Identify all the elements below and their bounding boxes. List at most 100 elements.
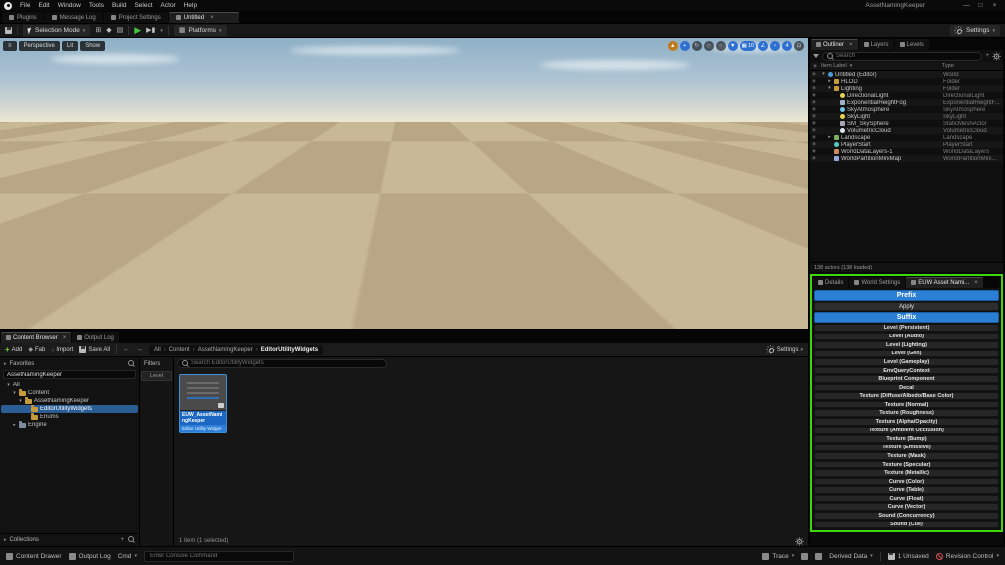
- outliner-row[interactable]: ◉ VolumetricCloud VolumetricCloud: [810, 127, 1003, 134]
- selection-mode-dropdown[interactable]: Selection Mode ▾: [23, 25, 91, 36]
- editor-tab-untitled[interactable]: Untitled ×: [168, 12, 239, 23]
- menu-item-file[interactable]: File: [16, 0, 34, 11]
- back-button[interactable]: ←: [123, 346, 130, 353]
- chevron-down-icon[interactable]: ▾: [18, 398, 23, 404]
- menu-item-tools[interactable]: Tools: [85, 0, 108, 11]
- item-label-column-header[interactable]: Item Label: [821, 63, 847, 69]
- close-icon[interactable]: ×: [63, 335, 67, 341]
- tab-outliner[interactable]: Outliner ×: [811, 39, 858, 50]
- tree-item-enums[interactable]: Enums: [1, 413, 138, 421]
- tree-item-assetnamingkeeper[interactable]: ▾ AssetNamingKeeper: [1, 397, 138, 405]
- visibility-eye-icon[interactable]: ◉: [812, 121, 817, 126]
- naming-button-texture-emissive[interactable]: Texture (Emissive): [814, 443, 999, 452]
- maximize-button[interactable]: □: [974, 0, 987, 11]
- search-icon[interactable]: [127, 536, 135, 544]
- output-log-button[interactable]: Output Log: [68, 552, 111, 560]
- outliner-row[interactable]: ◉ WorldDataLayers-1 WorldDataLayers: [810, 148, 1003, 155]
- gizmo-z-axis[interactable]: [402, 276, 406, 299]
- grid-snap-toggle[interactable]: ▦ 10: [739, 41, 756, 51]
- tab-layers[interactable]: Layers: [858, 39, 894, 50]
- fab-button[interactable]: ◆ Fab: [28, 347, 45, 353]
- derived-data-dropdown[interactable]: Derived Data ▾: [829, 553, 872, 560]
- move-tool[interactable]: +: [679, 41, 690, 51]
- tab-output-log[interactable]: Output Log: [72, 332, 119, 343]
- outliner-row[interactable]: ◉ ▸ HLOD Folder: [810, 78, 1003, 85]
- menu-item-help[interactable]: Help: [180, 0, 201, 11]
- naming-button-level-gameplay[interactable]: Level (Gameplay): [814, 358, 999, 366]
- blueprints-dropdown-icon[interactable]: ◆: [106, 27, 111, 34]
- trace-dropdown[interactable]: Trace ▾: [762, 552, 794, 560]
- naming-button-curve-color[interactable]: Curve (Color): [814, 477, 999, 486]
- visibility-eye-icon[interactable]: ◉: [812, 93, 817, 98]
- scale-snap-toggle[interactable]: ▫: [770, 41, 780, 51]
- naming-button-blueprint-component[interactable]: Blueprint Component: [814, 375, 999, 383]
- outliner-row[interactable]: ◉ ▾ Lighting Folder: [810, 85, 1003, 92]
- tree-item-engine[interactable]: ▸ Engine: [1, 421, 138, 429]
- save-all-button[interactable]: Save All: [79, 346, 110, 353]
- favorites-header[interactable]: ▸ Favorites: [1, 358, 138, 369]
- gear-icon[interactable]: [992, 52, 1000, 60]
- view-options-icon[interactable]: [795, 537, 803, 545]
- naming-button-curve-vector[interactable]: Curve (Vector): [814, 503, 999, 512]
- visibility-eye-icon[interactable]: ◉: [812, 114, 817, 119]
- naming-button-texture-bump[interactable]: Texture (Bump): [814, 435, 999, 443]
- breadcrumb-item-all[interactable]: All: [154, 347, 161, 353]
- filter-funnel-icon[interactable]: [813, 54, 819, 58]
- chevron-right-icon[interactable]: ▸: [827, 135, 832, 140]
- create-actor-icon[interactable]: ⊞: [95, 27, 101, 34]
- add-collection-icon[interactable]: +: [120, 537, 124, 543]
- breadcrumb-item-editorutilitywidgets[interactable]: EditorUtilityWidgets: [261, 347, 318, 353]
- content-drawer-button[interactable]: Content Drawer: [6, 552, 62, 560]
- close-icon[interactable]: ×: [974, 280, 978, 286]
- outliner-row[interactable]: ◉ ▸ Landscape Landscape: [810, 134, 1003, 141]
- scale-tool[interactable]: ◇: [703, 41, 714, 51]
- search-icon[interactable]: [127, 360, 135, 368]
- naming-button-texture-specular[interactable]: Texture (Specular): [814, 460, 999, 469]
- visibility-eye-icon[interactable]: ◉: [812, 100, 817, 105]
- settings-dropdown[interactable]: Settings ▾: [949, 25, 1000, 36]
- player-start-icon[interactable]: [382, 182, 418, 212]
- tab-world-settings[interactable]: World Settings: [849, 277, 906, 288]
- naming-button-texture-diffuse-albedo-base-color[interactable]: Texture (Diffuse/Albedo/Base Color): [814, 392, 999, 400]
- chevron-down-icon[interactable]: ▾: [827, 86, 832, 91]
- console-command-input[interactable]: [147, 552, 290, 560]
- naming-button-decal[interactable]: Decal: [814, 383, 999, 392]
- naming-button-sound-concurrency[interactable]: Sound (Concurrency): [814, 512, 999, 520]
- tab-levels[interactable]: Levels: [894, 39, 929, 50]
- naming-button-sound-cue[interactable]: Sound (Cue): [814, 520, 999, 529]
- unreal-logo-icon[interactable]: [4, 1, 12, 10]
- editor-tab-project-settings[interactable]: Project Settings: [103, 12, 168, 23]
- tab-euw-asset-naming[interactable]: EUW Asset Nami... ×: [906, 277, 983, 288]
- outliner-add-icon[interactable]: +: [985, 53, 989, 59]
- forward-button[interactable]: →: [136, 346, 143, 353]
- visibility-eye-icon[interactable]: ◉: [812, 149, 817, 154]
- naming-button-texture-metallic[interactable]: Texture (Metallic): [814, 469, 999, 477]
- outliner-row[interactable]: ◉ SkyLight SkyLight: [810, 113, 1003, 120]
- naming-button-level-audio[interactable]: Level (Audio): [814, 332, 999, 341]
- outliner-row[interactable]: ◉ WorldPartitionMiniMap WorldPartitionMini…: [810, 155, 1003, 162]
- naming-button-texture-roughness[interactable]: Texture (Roughness): [814, 409, 999, 418]
- asset-search-input[interactable]: [191, 360, 383, 366]
- viewport-options-menu[interactable]: ≡: [3, 41, 17, 51]
- asset-search-box[interactable]: [177, 358, 387, 368]
- minimize-button[interactable]: —: [960, 0, 973, 11]
- breadcrumb-item-assetnamingkeeper[interactable]: AssetNamingKeeper: [198, 347, 253, 353]
- visibility-eye-icon[interactable]: ◉: [812, 142, 817, 147]
- naming-button-level-persistent[interactable]: Level (Persistent): [814, 324, 999, 332]
- asset-euw-assetnamingkeeper[interactable]: EUW_AssetNamingKeeper Editor Utility Wid…: [179, 374, 227, 433]
- outliner-row[interactable]: ◉ ExponentialHeightFog ExponentialHeightF.…: [810, 99, 1003, 106]
- frame-skip-icon[interactable]: ▶▮: [146, 27, 155, 34]
- perspective-dropdown[interactable]: Perspective: [18, 41, 60, 51]
- prefix-button[interactable]: Prefix: [814, 290, 999, 301]
- visibility-eye-icon[interactable]: ◉: [812, 128, 817, 133]
- outliner-row[interactable]: ◉ DirectionalLight DirectionalLight: [810, 92, 1003, 99]
- cinematics-dropdown-icon[interactable]: ▤: [117, 27, 124, 34]
- outliner-search-input[interactable]: [836, 53, 979, 59]
- visibility-eye-icon[interactable]: ◉: [812, 72, 817, 77]
- level-viewport[interactable]: ≡ Perspective Lit Show ▲ + ↻ ◇ ○ ▼ ▦ 10 ∠ ▫ 4 ⊡: [0, 37, 809, 330]
- tab-details[interactable]: Details: [813, 277, 849, 288]
- play-button[interactable]: ▶: [134, 26, 141, 35]
- menu-item-select[interactable]: Select: [130, 0, 156, 11]
- insights-icon[interactable]: [801, 552, 809, 560]
- maximize-viewport[interactable]: ⊡: [794, 41, 804, 51]
